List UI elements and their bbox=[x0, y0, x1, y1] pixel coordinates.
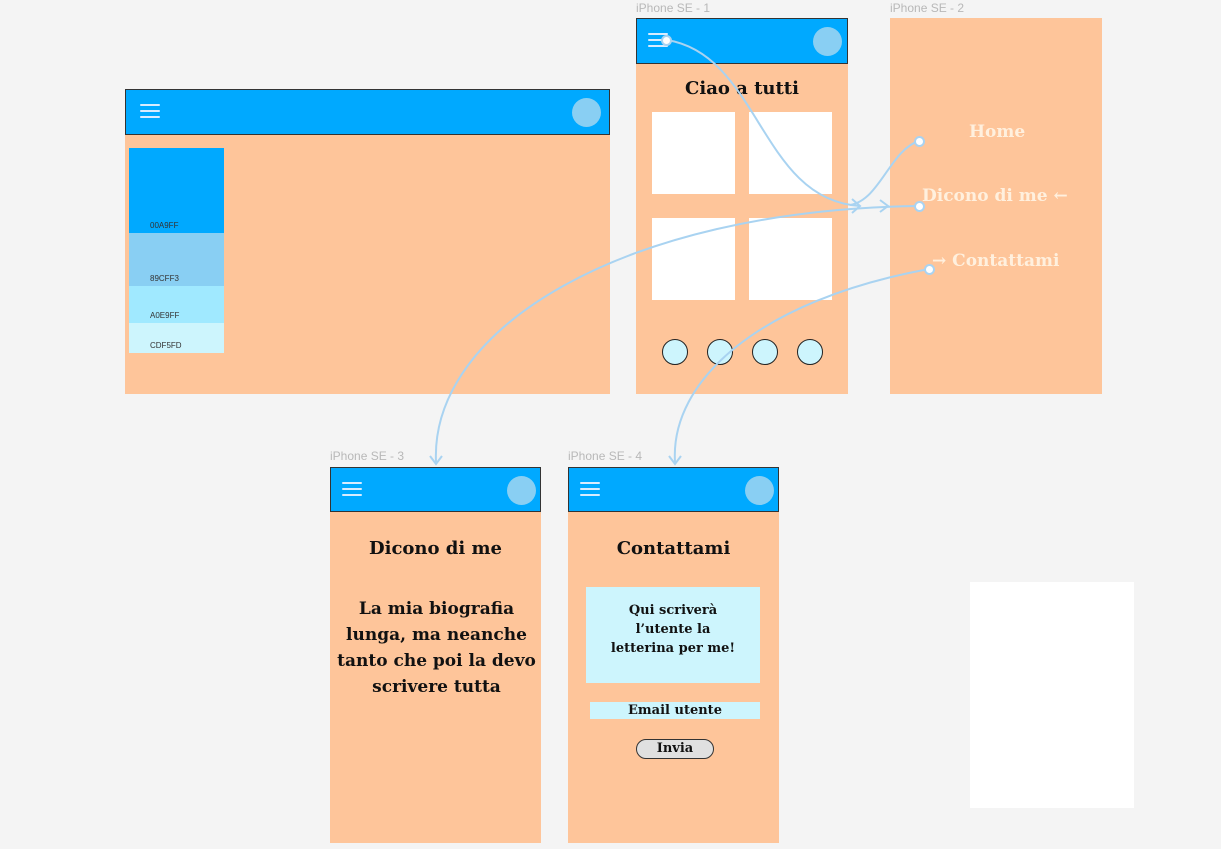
wire-contact-to-iphone4 bbox=[673, 268, 930, 463]
connection-node[interactable] bbox=[924, 264, 935, 275]
connection-node[interactable] bbox=[914, 201, 925, 212]
connection-node[interactable] bbox=[914, 136, 925, 147]
prototype-wires bbox=[429, 39, 930, 466]
wire-about-to-iphone3 bbox=[434, 205, 920, 463]
wire-arrow-b bbox=[879, 199, 890, 213]
connection-node[interactable] bbox=[661, 35, 672, 46]
wire-home-link bbox=[849, 140, 920, 206]
wire-menu-to-iphone2 bbox=[666, 39, 861, 207]
